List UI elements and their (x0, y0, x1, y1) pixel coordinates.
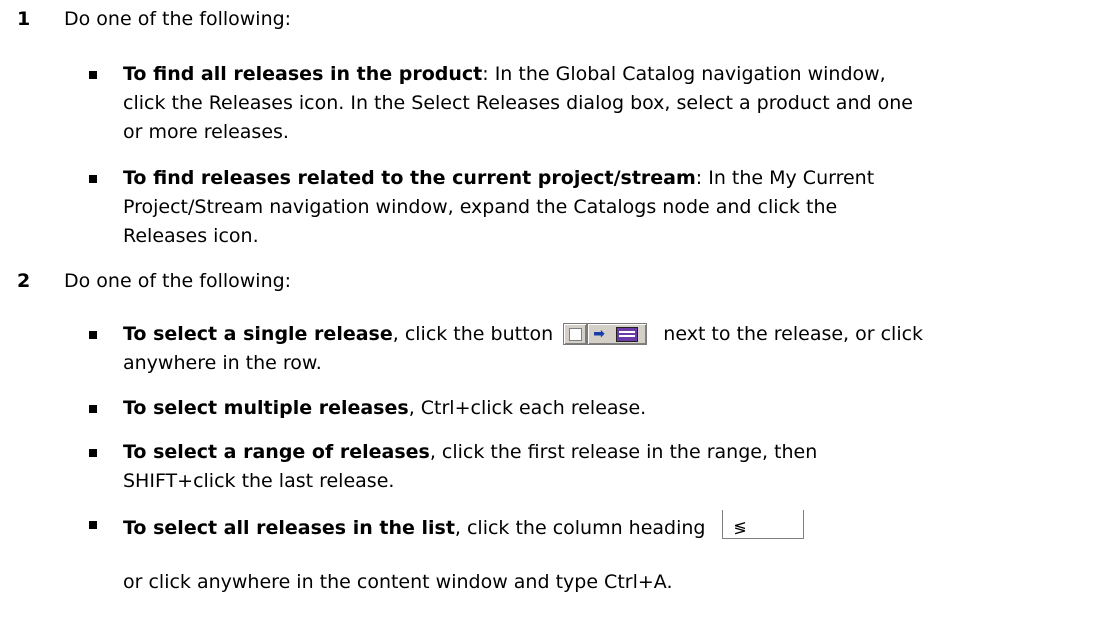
step-text: Do one of the following: (64, 8, 292, 30)
bullet-text: : In the My Current (695, 167, 875, 189)
bullet-content: To select all releases in the list, clic… (123, 510, 1105, 543)
bullet-text: anywhere in the row. (123, 352, 322, 374)
bullet-content: To select a single release, click the bu… (123, 320, 1105, 378)
bullet-text: , Ctrl+click each release. (408, 397, 647, 419)
checkbox-cell-icon (563, 323, 588, 345)
bullet-content: To select multiple releases, Ctrl+click … (123, 394, 1105, 423)
bullet-text: next to the release, or click (663, 323, 924, 345)
bullet-text: or more releases. (123, 121, 289, 143)
arrow-right-icon: ➡ (593, 326, 605, 342)
bullet-marker (89, 405, 97, 413)
bullet-text: , click the first release in the range, … (429, 441, 818, 463)
select-release-button-icon: ➡ (563, 323, 651, 345)
bullet-text: , click the column heading (454, 517, 706, 539)
step-number: 2 (17, 270, 31, 292)
bullet-lead: To select a range of releases (123, 441, 430, 463)
bullet-text: , click the button (392, 323, 554, 345)
bullet-content: To find releases related to the current … (123, 164, 1105, 251)
bullet-content: To find all releases in the product: In … (123, 60, 1105, 147)
open-release-icon: ➡ (587, 323, 648, 345)
bullet-lead: To select all releases in the list (123, 517, 455, 539)
step-number: 1 (17, 8, 31, 30)
chevrons-down-icon: ≶ (733, 518, 747, 537)
bullet-content: To select a range of releases, click the… (123, 438, 1105, 496)
bullet-text: SHIFT+click the last release. (123, 470, 395, 492)
bullet-lead: To find releases related to the current … (123, 167, 696, 189)
bullet-text: Releases icon. (123, 225, 259, 247)
bullet-marker (89, 331, 97, 339)
bullet-lead: To select a single release (123, 323, 393, 345)
bullet-marker (89, 71, 97, 79)
bullet-text: Project/Stream navigation window, expand… (123, 196, 838, 218)
trailing-text: or click anywhere in the content window … (123, 571, 673, 593)
bullet-marker (89, 449, 97, 457)
select-all-column-heading-icon: ≶ (721, 510, 804, 540)
bullet-text: click the Releases icon. In the Select R… (123, 92, 913, 114)
list-window-icon (616, 327, 639, 342)
bullet-marker (89, 521, 97, 529)
bullet-marker (89, 175, 97, 183)
step-text: Do one of the following: (64, 270, 292, 292)
bullet-lead: To select multiple releases (123, 397, 409, 419)
bullet-lead: To find all releases in the product (123, 63, 483, 85)
bullet-text: : In the Global Catalog navigation windo… (482, 63, 886, 85)
